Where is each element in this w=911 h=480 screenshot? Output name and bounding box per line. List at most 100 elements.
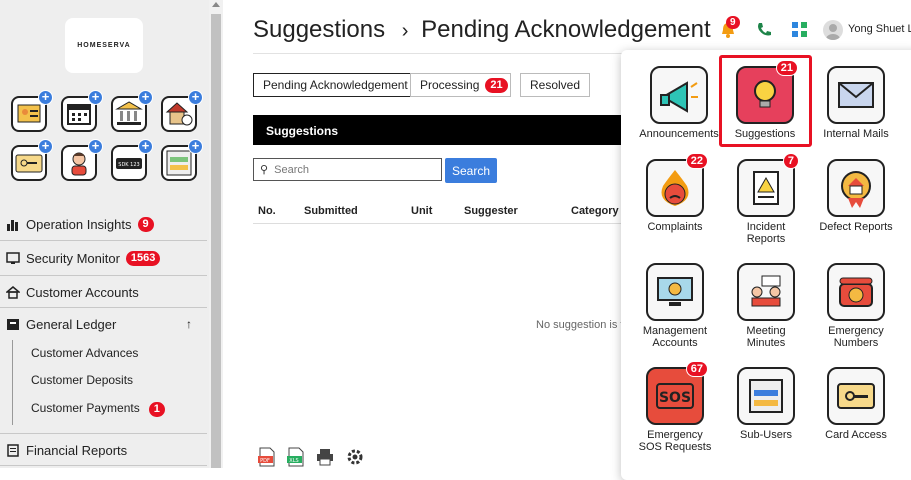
- app-emergency-numbers[interactable]: Emergency Numbers: [811, 263, 901, 349]
- submenu-line: [12, 340, 13, 425]
- app-label: Emergency Numbers: [828, 325, 884, 349]
- logo[interactable]: HOMESERVA: [65, 18, 143, 73]
- app-meeting-minutes[interactable]: Meeting Minutes: [721, 263, 811, 349]
- xls-icon[interactable]: XLS: [286, 447, 306, 467]
- person-icon[interactable]: +: [61, 139, 103, 181]
- printer-icon[interactable]: [315, 447, 335, 467]
- tab-resolved[interactable]: Resolved: [520, 73, 591, 97]
- apps-grid-icon[interactable]: [790, 20, 810, 40]
- app-announcements[interactable]: Announcements: [634, 66, 724, 140]
- sub-customer-payments[interactable]: Customer Payments 1: [31, 401, 165, 417]
- svg-text:SOS: SOS: [659, 390, 691, 406]
- search-icon: ⚲: [260, 164, 269, 176]
- tab-pending-acknowledgement[interactable]: Pending Acknowledgement: [253, 73, 418, 97]
- column-header[interactable]: Category: [571, 205, 619, 217]
- nav-label: General Ledger: [26, 316, 117, 332]
- add-icon[interactable]: +: [138, 90, 153, 105]
- breadcrumb-separator: ›: [401, 20, 409, 42]
- column-header[interactable]: Submitted: [304, 205, 358, 217]
- app-emergency-sos[interactable]: SOS 67 Emergency SOS Requests: [630, 361, 720, 453]
- nav-label: Security Monitor: [26, 250, 120, 266]
- nav-customer-accounts[interactable]: Customer Accounts: [0, 282, 207, 302]
- add-icon[interactable]: +: [88, 139, 103, 154]
- pdf-icon[interactable]: PDF: [257, 447, 277, 467]
- add-icon[interactable]: +: [138, 139, 153, 154]
- app-label: Announcements: [639, 128, 719, 140]
- app-badge: 67: [685, 361, 708, 377]
- megaphone-icon: [650, 66, 708, 124]
- app-internal-mails[interactable]: Internal Mails: [811, 66, 901, 140]
- notification-badge: 9: [726, 16, 740, 29]
- app-label: Meeting Minutes: [746, 325, 786, 349]
- sub-customer-deposits[interactable]: Customer Deposits: [31, 373, 133, 387]
- calendar-icon[interactable]: +: [61, 90, 103, 132]
- app-label: Defect Reports: [819, 221, 893, 233]
- license-plate-icon[interactable]: SDK 123 +: [111, 139, 153, 181]
- nav-label: Financial Reports: [26, 442, 128, 458]
- tab-label: Pending Acknowledgement: [263, 78, 408, 92]
- add-icon[interactable]: +: [188, 90, 203, 105]
- nav-security-monitor[interactable]: Security Monitor 1563: [0, 248, 207, 268]
- nav-badge: 1563: [125, 250, 161, 266]
- user-name[interactable]: Yong Shuet L: [848, 23, 911, 35]
- add-icon[interactable]: +: [188, 139, 203, 154]
- scroll-thumb[interactable]: [211, 14, 221, 468]
- login-panel-icon[interactable]: +: [161, 139, 203, 181]
- bank-icon[interactable]: +: [111, 90, 153, 132]
- ledger-icon: [7, 318, 19, 330]
- sub-label: Customer Payments: [31, 401, 140, 415]
- sos-icon: SOS 67: [646, 361, 708, 425]
- app-defect-reports[interactable]: Defect Reports: [811, 159, 901, 233]
- svg-text:PDF: PDF: [260, 458, 270, 464]
- app-management-accounts[interactable]: Management Accounts: [630, 263, 720, 349]
- column-header[interactable]: No.: [258, 205, 276, 217]
- add-icon[interactable]: +: [38, 90, 53, 105]
- divider: [0, 240, 207, 241]
- add-icon[interactable]: +: [38, 139, 53, 154]
- subtitle-text: Pending Acknowledgement: [421, 16, 711, 43]
- mail-icon: [827, 66, 885, 124]
- bar-chart-icon: [7, 219, 18, 231]
- defect-badge-icon: [827, 159, 885, 217]
- access-card-icon[interactable]: +: [11, 139, 53, 181]
- svg-text:XLS: XLS: [289, 458, 298, 464]
- collapse-arrow-icon[interactable]: ↑: [186, 317, 192, 331]
- app-complaints[interactable]: 22 Complaints: [630, 153, 720, 233]
- nav-operation-insights[interactable]: Operation Insights 9: [0, 214, 207, 234]
- column-header[interactable]: Unit: [411, 205, 432, 217]
- nav-financial-reports[interactable]: Financial Reports: [0, 440, 207, 460]
- search-placeholder: Search: [274, 164, 309, 176]
- report-icon: [7, 443, 19, 457]
- add-icon[interactable]: +: [88, 90, 103, 105]
- access-card-icon: [827, 367, 885, 425]
- scroll-up-arrow[interactable]: [212, 2, 220, 7]
- app-sub-users[interactable]: Sub-Users: [721, 367, 811, 441]
- app-label: Management Accounts: [642, 325, 708, 349]
- nav-label: Operation Insights: [26, 216, 132, 232]
- house-tools-icon[interactable]: +: [161, 90, 203, 132]
- phone-icon[interactable]: [754, 20, 774, 40]
- svg-text:SDK 123: SDK 123: [118, 162, 139, 168]
- tab-label: Processing: [420, 78, 480, 92]
- settings-icon[interactable]: [345, 447, 365, 467]
- meeting-icon: [737, 263, 795, 321]
- tab-label: Resolved: [530, 78, 581, 92]
- avatar[interactable]: [823, 20, 843, 40]
- tab-badge: 21: [485, 77, 508, 93]
- nav-general-ledger[interactable]: General Ledger ↑: [0, 314, 207, 334]
- table-divider: [253, 223, 633, 224]
- divider: [0, 465, 207, 466]
- app-card-access[interactable]: Card Access: [811, 367, 901, 441]
- id-card-icon[interactable]: +: [11, 90, 53, 132]
- app-label: Incident Reports: [746, 221, 786, 245]
- app-label: Emergency SOS Requests: [638, 429, 712, 453]
- sub-customer-advances[interactable]: Customer Advances: [31, 346, 138, 360]
- search-button[interactable]: Search: [445, 158, 497, 183]
- column-header[interactable]: Suggester: [464, 205, 518, 217]
- app-incident-reports[interactable]: 7 Incident Reports: [721, 153, 811, 245]
- login-panel-icon: [737, 367, 795, 425]
- tab-processing[interactable]: Processing 21: [410, 73, 511, 97]
- panel-header: Suggestions: [253, 115, 633, 145]
- nav-badge: 9: [137, 216, 154, 232]
- search-input[interactable]: ⚲ Search: [253, 158, 442, 181]
